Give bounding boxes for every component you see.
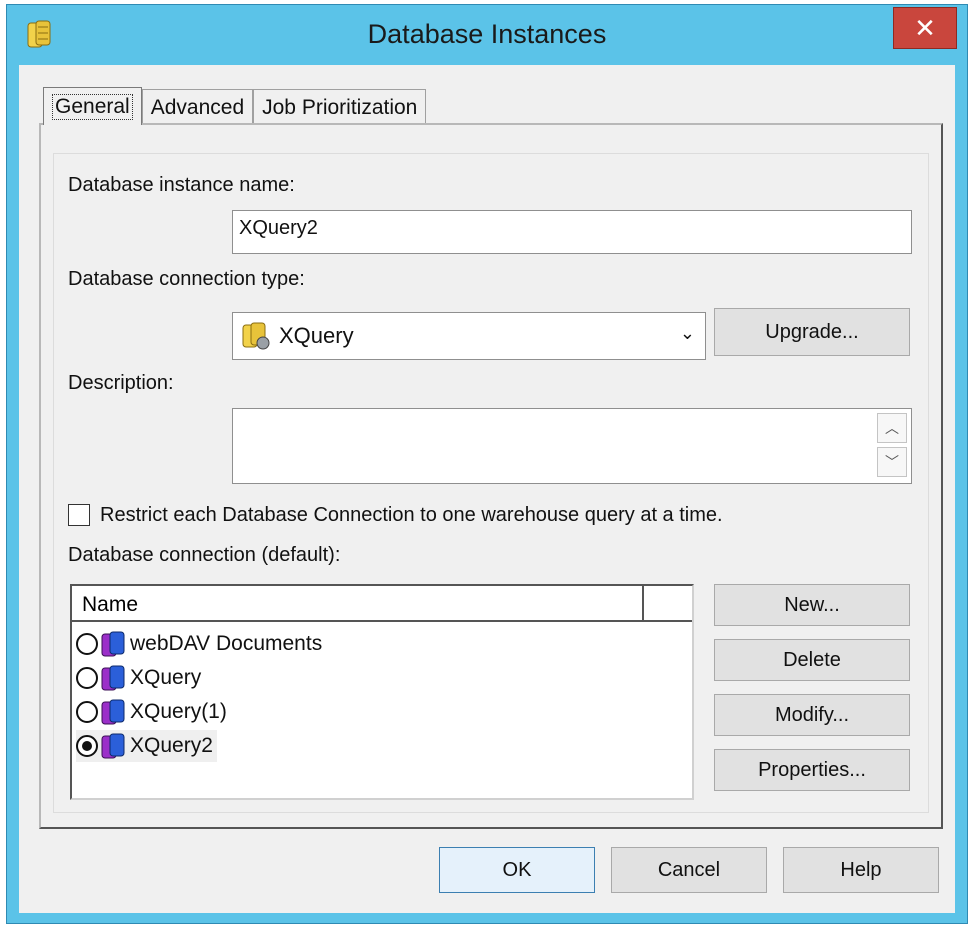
close-icon: ✕ [914,12,936,43]
properties-button[interactable]: Properties... [714,749,910,791]
general-groupbox: Database instance name: XQuery2 Database… [53,153,929,813]
list-item[interactable]: XQuery [76,662,205,694]
default-connection-label: Database connection (default): [68,544,341,566]
new-button[interactable]: New... [714,584,910,626]
list-item[interactable]: webDAV Documents [76,628,326,660]
instance-name-input[interactable]: XQuery2 [232,210,912,254]
connection-list[interactable]: Name webDAV Documents XQuery XQuery(1) X… [70,584,694,800]
tab-strip: General Advanced Job Prioritization [43,87,427,125]
ok-button[interactable]: OK [439,847,595,893]
scroll-up-icon[interactable]: ︿ [877,413,907,443]
description-label: Description: [68,372,174,394]
upgrade-button[interactable]: Upgrade... [714,308,910,356]
radio-button-selected[interactable] [76,735,98,757]
list-item[interactable]: XQuery(1) [76,696,231,728]
dialog-window: Database Instances ✕ General Advanced Jo… [6,4,968,924]
connection-name: webDAV Documents [130,632,323,655]
connection-type-value: XQuery [279,323,354,348]
general-tab-panel: Database instance name: XQuery2 Database… [39,123,943,829]
connection-type-label: Database connection type: [68,268,305,290]
connection-type-select[interactable]: XQuery ⌄ [232,312,706,360]
list-item-selected[interactable]: XQuery2 [76,730,217,762]
title-bar[interactable]: Database Instances ✕ [7,5,967,65]
cancel-button[interactable]: Cancel [611,847,767,893]
database-icon [101,699,125,725]
connection-name: XQuery2 [130,734,213,757]
window-title: Database Instances [367,19,607,49]
column-header-name[interactable]: Name [72,586,644,620]
scroll-down-icon[interactable]: ﹀ [877,447,907,477]
list-header: Name [72,586,692,622]
column-header-blank[interactable] [644,586,692,620]
database-icon [101,631,125,657]
radio-button[interactable] [76,633,98,655]
help-button[interactable]: Help [783,847,939,893]
tab-advanced[interactable]: Advanced [141,89,254,125]
modify-button[interactable]: Modify... [714,694,910,736]
database-icon [101,665,125,691]
chevron-down-icon: ⌄ [679,323,695,343]
connection-name: XQuery(1) [130,700,227,723]
tab-general[interactable]: General [43,87,142,125]
delete-button[interactable]: Delete [714,639,910,681]
restrict-checkbox-label: Restrict each Database Connection to one… [100,504,723,526]
xquery-icon [242,322,270,350]
connection-name: XQuery [130,666,202,689]
dialog-client-area: General Advanced Job Prioritization Data… [19,65,955,913]
radio-button[interactable] [76,667,98,689]
database-icon [101,733,125,759]
restrict-checkbox[interactable] [68,504,90,526]
description-textarea[interactable]: ︿ ﹀ [232,408,912,484]
close-button[interactable]: ✕ [893,7,957,49]
radio-button[interactable] [76,701,98,723]
instance-name-label: Database instance name: [68,174,295,196]
tab-job-prioritization[interactable]: Job Prioritization [253,89,427,125]
